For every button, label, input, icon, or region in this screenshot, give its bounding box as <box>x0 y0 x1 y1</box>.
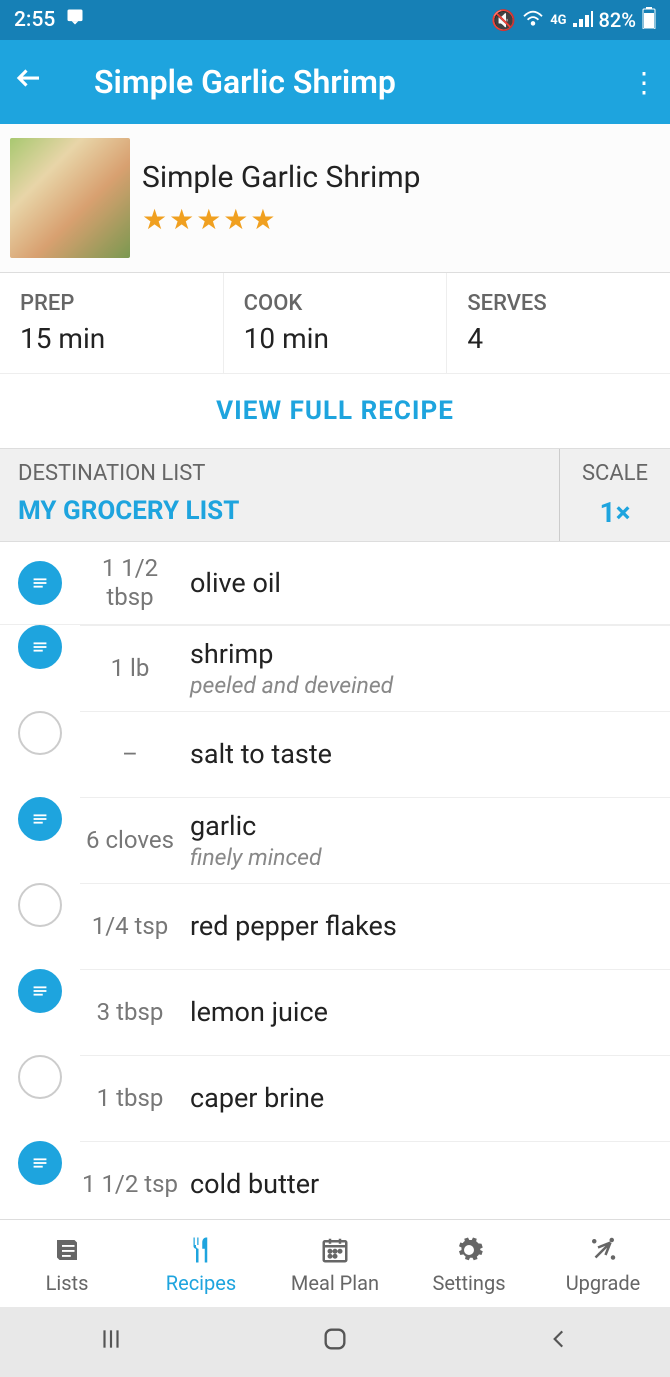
notification-icon <box>65 7 85 33</box>
sys-recents-button[interactable] <box>98 1326 124 1359</box>
list-unchecked-icon <box>18 1055 62 1099</box>
ingredient-name: red pepper flakes <box>190 910 670 942</box>
ingredient-row[interactable]: 1 1/2tbsp olive oil <box>0 542 670 625</box>
mute-icon: 🔇 <box>491 8 516 32</box>
cook-value: 10 min <box>244 322 427 355</box>
ingredients-list: 1 1/2tbsp olive oil 1 lb shrimppeeled and d… <box>0 542 670 1227</box>
serves-label: SERVES <box>467 291 650 316</box>
battery-text: 82% <box>599 8 636 32</box>
ingredient-row[interactable]: –salt to taste <box>0 711 670 797</box>
view-full-recipe-button[interactable]: VIEW FULL RECIPE <box>0 374 670 449</box>
carrier-text: 4G <box>550 13 566 28</box>
ingredient-name: garlic <box>190 810 670 842</box>
prep-label: PREP <box>20 291 203 316</box>
dest-value: MY GROCERY LIST <box>18 496 541 526</box>
ingredient-check[interactable] <box>0 561 80 605</box>
ingredient-check[interactable] <box>0 969 80 1055</box>
list-checked-icon <box>18 561 62 605</box>
nav-recipes[interactable]: Recipes <box>134 1220 268 1307</box>
app-bar: Simple Garlic Shrimp <box>0 40 670 124</box>
list-checked-icon <box>18 1141 62 1185</box>
ingredient-note: finely minced <box>190 844 670 871</box>
recipes-icon <box>186 1233 216 1267</box>
list-unchecked-icon <box>18 711 62 755</box>
ingredient-check[interactable] <box>0 883 80 969</box>
ingredient-row[interactable]: 1 1/2 tsp cold butter <box>0 1141 670 1227</box>
scale-value: 1× <box>560 496 670 529</box>
upgrade-icon <box>588 1233 618 1267</box>
ingredient-row[interactable]: 1 lb shrimppeeled and deveined <box>0 625 670 711</box>
ingredient-row[interactable]: 1/4 tsp red pepper flakes <box>0 883 670 969</box>
ingredient-name: cold butter <box>190 1168 670 1200</box>
ingredient-row[interactable]: 3 tbsp lemon juice <box>0 969 670 1055</box>
ingredient-qty: 3 tbsp <box>80 998 180 1027</box>
sys-back-button[interactable] <box>546 1326 572 1359</box>
nav-recipes-label: Recipes <box>166 1271 236 1295</box>
status-time: 2:55 <box>14 8 55 32</box>
cook-cell: COOK 10 min <box>224 273 448 373</box>
ingredient-check[interactable] <box>0 625 80 711</box>
signal-icon <box>573 8 593 32</box>
bottom-nav: Lists Recipes Meal Plan Settings Upgrade <box>0 1219 670 1307</box>
list-checked-icon <box>18 797 62 841</box>
ingredient-qty: – <box>80 740 180 769</box>
nav-settings[interactable]: Settings <box>402 1220 536 1307</box>
sys-home-button[interactable] <box>321 1325 349 1360</box>
prep-value: 15 min <box>20 322 203 355</box>
ingredient-name: lemon juice <box>190 996 670 1028</box>
ingredient-check[interactable] <box>0 797 80 883</box>
serves-cell: SERVES 4 <box>447 273 670 373</box>
ingredient-qty: 1/4 tsp <box>80 912 180 941</box>
ingredient-name: olive oil <box>190 567 670 599</box>
battery-icon <box>642 7 656 34</box>
nav-upgrade-label: Upgrade <box>566 1271 641 1295</box>
ingredient-note: peeled and deveined <box>190 672 670 699</box>
destination-list-cell[interactable]: DESTINATION LIST MY GROCERY LIST <box>0 449 560 541</box>
more-icon <box>630 70 656 98</box>
nav-lists[interactable]: Lists <box>0 1220 134 1307</box>
ingredient-name: salt to taste <box>190 738 670 770</box>
recipe-name: Simple Garlic Shrimp <box>142 160 421 195</box>
more-menu-button[interactable] <box>626 66 656 99</box>
ingredient-name: caper brine <box>190 1082 670 1114</box>
prep-cell: PREP 15 min <box>0 273 224 373</box>
mealplan-icon <box>320 1233 350 1267</box>
ingredient-check[interactable] <box>0 1055 80 1141</box>
ingredient-qty: 6 cloves <box>80 826 180 855</box>
settings-icon <box>454 1233 484 1267</box>
wifi-icon <box>522 8 544 32</box>
recipe-image[interactable] <box>10 138 130 258</box>
serves-value: 4 <box>467 322 650 355</box>
scale-cell[interactable]: SCALE 1× <box>560 449 670 541</box>
system-nav <box>0 1307 670 1377</box>
ingredient-check[interactable] <box>0 1141 80 1227</box>
list-unchecked-icon <box>18 883 62 927</box>
back-button[interactable] <box>14 63 54 101</box>
ingredient-name: shrimp <box>190 638 670 670</box>
nav-upgrade[interactable]: Upgrade <box>536 1220 670 1307</box>
page-title: Simple Garlic Shrimp <box>94 63 626 101</box>
nav-mealplan[interactable]: Meal Plan <box>268 1220 402 1307</box>
rating-stars[interactable]: ★★★★★ <box>142 203 421 236</box>
list-checked-icon <box>18 625 62 669</box>
nav-mealplan-label: Meal Plan <box>291 1271 379 1295</box>
dest-label: DESTINATION LIST <box>18 461 541 486</box>
lists-icon <box>52 1233 82 1267</box>
ingredient-row[interactable]: 6 cloves garlicfinely minced <box>0 797 670 883</box>
recipe-header: Simple Garlic Shrimp ★★★★★ <box>0 124 670 273</box>
nav-settings-label: Settings <box>432 1271 505 1295</box>
ingredient-qty: 1 lb <box>80 654 180 683</box>
scale-label: SCALE <box>560 461 670 486</box>
ingredient-row[interactable]: 1 tbsp caper brine <box>0 1055 670 1141</box>
ingredient-qty: 1 1/2 tsp <box>80 1170 180 1199</box>
cook-label: COOK <box>244 291 427 316</box>
ingredient-qty: 1 tbsp <box>80 1084 180 1113</box>
dest-scale-row: DESTINATION LIST MY GROCERY LIST SCALE 1… <box>0 449 670 542</box>
nav-lists-label: Lists <box>46 1271 89 1295</box>
status-bar: 2:55 🔇 4G 82% <box>0 0 670 40</box>
ingredient-check[interactable] <box>0 711 80 797</box>
list-checked-icon <box>18 969 62 1013</box>
ingredient-qty: 1 1/2tbsp <box>80 554 180 612</box>
timing-row: PREP 15 min COOK 10 min SERVES 4 <box>0 273 670 374</box>
